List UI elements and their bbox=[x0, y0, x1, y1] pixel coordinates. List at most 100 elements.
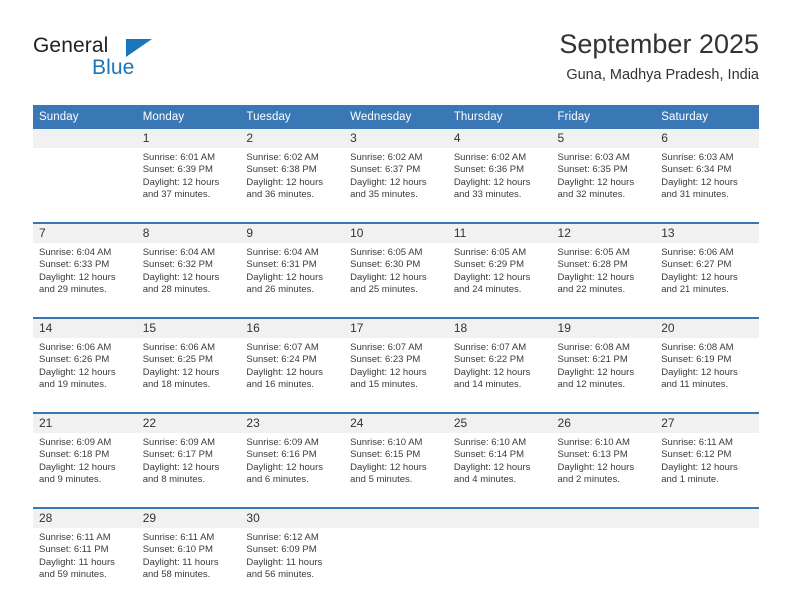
day-number[interactable]: 12 bbox=[551, 222, 656, 243]
day-daylight-line2: and 11 minutes. bbox=[661, 379, 729, 391]
day-daylight-line1: Daylight: 12 hours bbox=[661, 176, 738, 188]
week-number-row: 28 29 30 bbox=[33, 507, 759, 528]
day-number[interactable]: 15 bbox=[136, 317, 241, 338]
day-number[interactable]: 22 bbox=[136, 412, 241, 433]
day-cell[interactable]: Sunrise: 6:11 AM Sunset: 6:11 PM Daylight:… bbox=[33, 528, 137, 602]
day-cell[interactable]: Sunrise: 6:10 AM Sunset: 6:14 PM Daylight:… bbox=[447, 433, 552, 508]
day-cell[interactable]: Sunrise: 6:06 AM Sunset: 6:26 PM Daylight:… bbox=[33, 338, 137, 413]
week-detail-row: Sunrise: 6:01 AM Sunset: 6:39 PM Daylight:… bbox=[33, 148, 759, 223]
generalblue-logo[interactable]: General Blue bbox=[33, 34, 233, 86]
day-number[interactable]: 18 bbox=[447, 317, 552, 338]
day-daylight-line2: and 37 minutes. bbox=[142, 189, 211, 201]
day-cell[interactable]: Sunrise: 6:03 AM Sunset: 6:35 PM Daylight:… bbox=[551, 148, 656, 223]
day-cell-empty bbox=[551, 528, 656, 602]
day-number[interactable]: 9 bbox=[240, 222, 345, 243]
day-sunrise: Sunrise: 6:11 AM bbox=[39, 532, 111, 543]
day-number[interactable]: 24 bbox=[344, 412, 448, 433]
weekday-header-monday: Monday bbox=[136, 105, 241, 129]
day-number[interactable]: 20 bbox=[655, 317, 759, 338]
day-number[interactable]: 27 bbox=[655, 412, 759, 433]
day-number[interactable]: 11 bbox=[447, 222, 552, 243]
day-cell[interactable]: Sunrise: 6:04 AM Sunset: 6:31 PM Daylight:… bbox=[240, 243, 345, 318]
day-sunrise: Sunrise: 6:05 AM bbox=[453, 247, 527, 258]
day-cell[interactable]: Sunrise: 6:09 AM Sunset: 6:18 PM Daylight:… bbox=[33, 433, 137, 508]
day-sunrise: Sunrise: 6:06 AM bbox=[142, 342, 216, 353]
day-sunset: Sunset: 6:24 PM bbox=[246, 354, 317, 366]
day-number[interactable]: 6 bbox=[655, 129, 759, 148]
day-number[interactable]: 13 bbox=[655, 222, 759, 243]
day-cell[interactable]: Sunrise: 6:08 AM Sunset: 6:21 PM Daylight:… bbox=[551, 338, 656, 413]
day-cell[interactable]: Sunrise: 6:09 AM Sunset: 6:17 PM Daylight:… bbox=[136, 433, 241, 508]
logo-text-general: General bbox=[33, 34, 109, 57]
day-daylight-line2: and 22 minutes. bbox=[557, 284, 626, 296]
day-cell[interactable]: Sunrise: 6:03 AM Sunset: 6:34 PM Daylight:… bbox=[655, 148, 759, 223]
day-number-empty bbox=[447, 507, 552, 528]
day-number[interactable]: 28 bbox=[33, 507, 137, 528]
day-cell[interactable]: Sunrise: 6:12 AM Sunset: 6:09 PM Daylight:… bbox=[240, 528, 345, 602]
day-sunrise: Sunrise: 6:06 AM bbox=[661, 247, 734, 258]
day-number[interactable]: 26 bbox=[551, 412, 656, 433]
day-daylight-line1: Daylight: 12 hours bbox=[142, 461, 220, 473]
day-daylight-line2: and 5 minutes. bbox=[350, 474, 413, 486]
day-sunrise: Sunrise: 6:03 AM bbox=[557, 152, 630, 163]
day-cell[interactable]: Sunrise: 6:11 AM Sunset: 6:10 PM Daylight:… bbox=[136, 528, 241, 602]
day-sunset: Sunset: 6:29 PM bbox=[453, 259, 525, 271]
day-number[interactable]: 16 bbox=[240, 317, 345, 338]
page-header: General Blue September 2025 Guna, Madhya… bbox=[33, 28, 759, 98]
day-daylight-line1: Daylight: 12 hours bbox=[142, 176, 220, 188]
day-number[interactable]: 4 bbox=[447, 129, 552, 148]
page-title: September 2025 bbox=[559, 29, 759, 59]
day-cell[interactable]: Sunrise: 6:05 AM Sunset: 6:28 PM Daylight:… bbox=[551, 243, 656, 318]
day-daylight-line1: Daylight: 12 hours bbox=[661, 271, 738, 283]
day-daylight-line1: Daylight: 12 hours bbox=[350, 366, 427, 378]
title-block: September 2025 Guna, Madhya Pradesh, Ind… bbox=[559, 28, 759, 86]
day-cell[interactable]: Sunrise: 6:06 AM Sunset: 6:25 PM Daylight:… bbox=[136, 338, 241, 413]
day-daylight-line2: and 21 minutes. bbox=[661, 284, 729, 296]
day-number[interactable]: 14 bbox=[33, 317, 137, 338]
day-daylight-line2: and 4 minutes. bbox=[453, 474, 517, 486]
day-cell[interactable]: Sunrise: 6:10 AM Sunset: 6:15 PM Daylight:… bbox=[344, 433, 448, 508]
day-number[interactable]: 19 bbox=[551, 317, 656, 338]
day-cell[interactable]: Sunrise: 6:04 AM Sunset: 6:33 PM Daylight:… bbox=[33, 243, 137, 318]
day-daylight-line1: Daylight: 12 hours bbox=[142, 271, 220, 283]
day-cell[interactable]: Sunrise: 6:05 AM Sunset: 6:30 PM Daylight:… bbox=[344, 243, 448, 318]
day-number[interactable]: 5 bbox=[551, 129, 656, 148]
day-sunrise: Sunrise: 6:06 AM bbox=[39, 342, 112, 353]
day-daylight-line2: and 6 minutes. bbox=[246, 474, 309, 486]
day-number[interactable]: 10 bbox=[344, 222, 448, 243]
day-cell[interactable]: Sunrise: 6:08 AM Sunset: 6:19 PM Daylight:… bbox=[655, 338, 759, 413]
day-sunset: Sunset: 6:17 PM bbox=[142, 449, 213, 461]
day-cell[interactable]: Sunrise: 6:04 AM Sunset: 6:32 PM Daylight:… bbox=[136, 243, 241, 318]
day-daylight-line2: and 8 minutes. bbox=[142, 474, 206, 486]
day-number[interactable]: 25 bbox=[447, 412, 552, 433]
day-cell[interactable]: Sunrise: 6:06 AM Sunset: 6:27 PM Daylight:… bbox=[655, 243, 759, 318]
day-sunrise: Sunrise: 6:09 AM bbox=[39, 437, 112, 448]
day-cell[interactable]: Sunrise: 6:02 AM Sunset: 6:36 PM Daylight:… bbox=[447, 148, 552, 223]
day-number[interactable]: 21 bbox=[33, 412, 137, 433]
day-number[interactable]: 29 bbox=[136, 507, 241, 528]
day-number[interactable]: 7 bbox=[33, 222, 137, 243]
day-number[interactable]: 23 bbox=[240, 412, 345, 433]
day-cell-empty bbox=[447, 528, 552, 602]
day-cell[interactable]: Sunrise: 6:05 AM Sunset: 6:29 PM Daylight:… bbox=[447, 243, 552, 318]
day-cell[interactable]: Sunrise: 6:09 AM Sunset: 6:16 PM Daylight:… bbox=[240, 433, 345, 508]
day-number[interactable]: 17 bbox=[344, 317, 448, 338]
day-daylight-line1: Daylight: 12 hours bbox=[661, 366, 738, 378]
day-cell[interactable]: Sunrise: 6:07 AM Sunset: 6:24 PM Daylight:… bbox=[240, 338, 345, 413]
day-cell[interactable]: Sunrise: 6:07 AM Sunset: 6:23 PM Daylight:… bbox=[344, 338, 448, 413]
day-number[interactable]: 1 bbox=[136, 129, 241, 148]
day-cell[interactable]: Sunrise: 6:01 AM Sunset: 6:39 PM Daylight:… bbox=[136, 148, 241, 223]
day-cell[interactable]: Sunrise: 6:11 AM Sunset: 6:12 PM Daylight:… bbox=[655, 433, 759, 508]
day-cell[interactable]: Sunrise: 6:10 AM Sunset: 6:13 PM Daylight:… bbox=[551, 433, 656, 508]
day-cell[interactable]: Sunrise: 6:02 AM Sunset: 6:38 PM Daylight:… bbox=[240, 148, 345, 223]
day-number[interactable]: 8 bbox=[136, 222, 241, 243]
day-number[interactable]: 30 bbox=[240, 507, 345, 528]
day-cell[interactable]: Sunrise: 6:02 AM Sunset: 6:37 PM Daylight:… bbox=[344, 148, 448, 223]
day-daylight-line1: Daylight: 11 hours bbox=[39, 556, 115, 568]
day-daylight-line2: and 2 minutes. bbox=[557, 474, 620, 486]
day-number[interactable]: 3 bbox=[344, 129, 448, 148]
day-daylight-line2: and 18 minutes. bbox=[142, 379, 211, 391]
day-daylight-line1: Daylight: 12 hours bbox=[246, 271, 323, 283]
day-number[interactable]: 2 bbox=[240, 129, 345, 148]
day-cell[interactable]: Sunrise: 6:07 AM Sunset: 6:22 PM Daylight:… bbox=[447, 338, 552, 413]
